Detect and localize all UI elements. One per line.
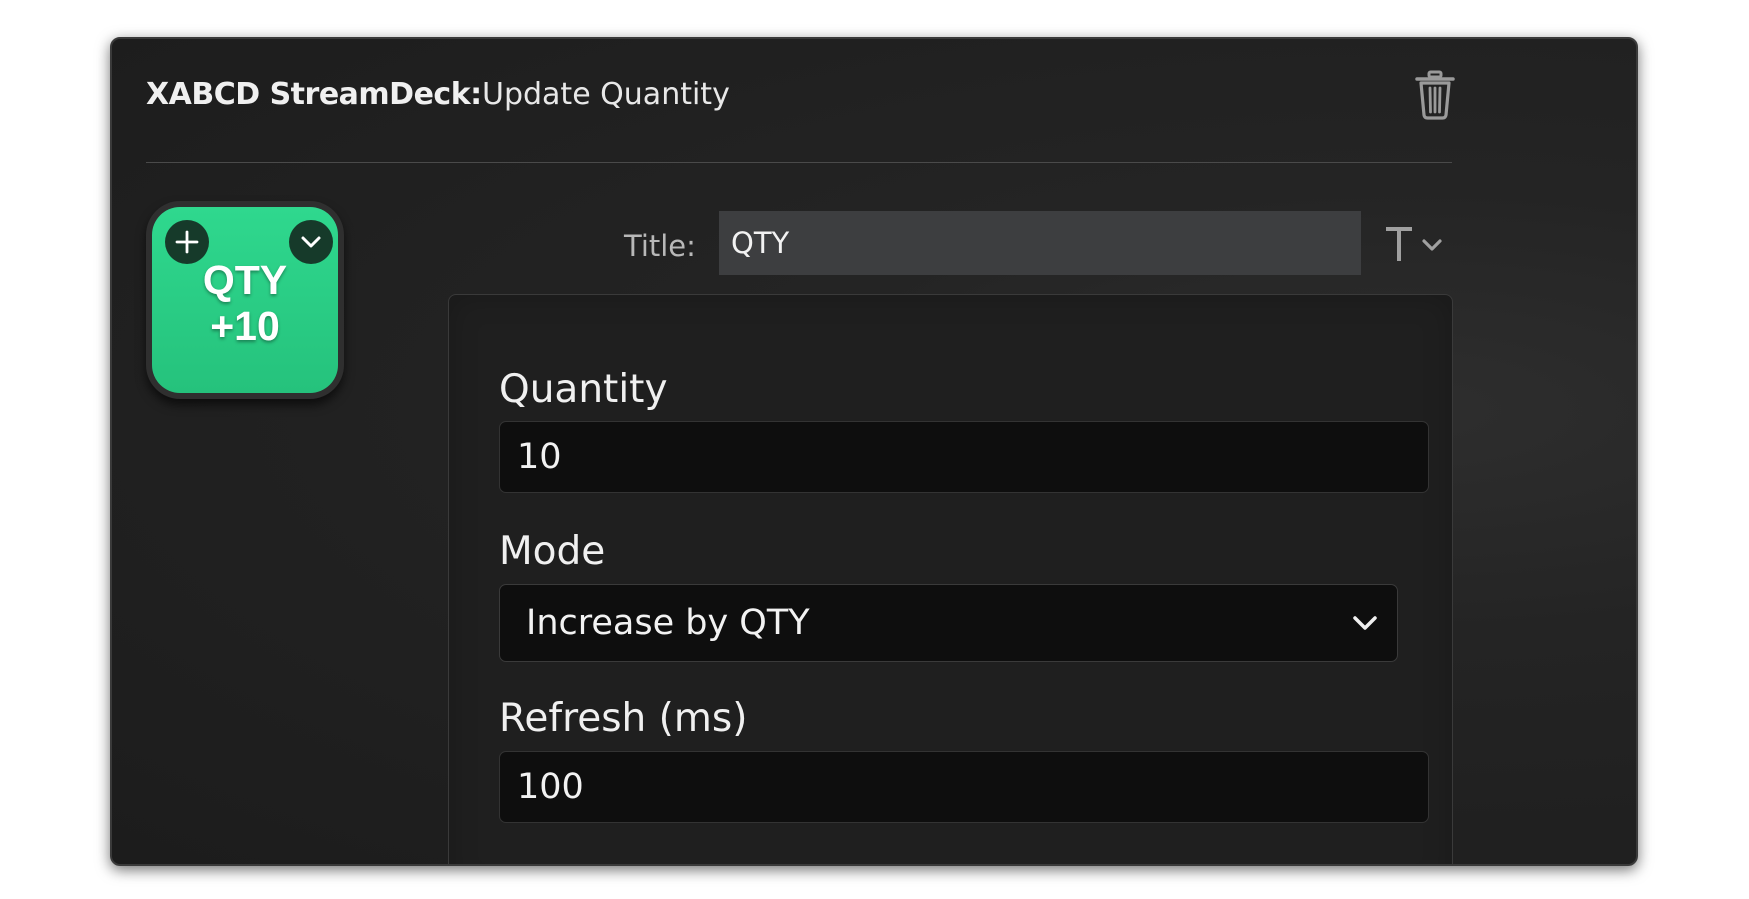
plus-icon[interactable] <box>165 220 209 264</box>
mode-selected-value: Increase by QTY <box>526 603 810 643</box>
header-divider <box>146 162 1452 163</box>
trash-icon[interactable] <box>1412 69 1458 121</box>
chevron-down-icon[interactable] <box>289 220 333 264</box>
text-format-icon[interactable] <box>1382 223 1452 267</box>
quantity-label: Quantity <box>499 367 668 412</box>
quantity-input[interactable] <box>499 421 1429 493</box>
chevron-down-icon <box>1353 616 1377 630</box>
settings-panel: Quantity Mode Increase by QTY Refresh (m… <box>448 294 1453 864</box>
refresh-input[interactable] <box>499 751 1429 823</box>
plugin-name: XABCD StreamDeck: <box>146 77 482 112</box>
key-title-line2: +10 <box>210 303 280 349</box>
key-face: QTY +10 <box>152 207 338 393</box>
refresh-label: Refresh (ms) <box>499 696 748 741</box>
action-name: Update Quantity <box>482 77 730 112</box>
mode-select[interactable]: Increase by QTY <box>499 584 1398 662</box>
title-label: Title: <box>624 229 696 263</box>
key-title: QTY +10 <box>152 257 338 349</box>
mode-label: Mode <box>499 529 606 574</box>
key-preview[interactable]: QTY +10 <box>146 201 344 399</box>
title-input[interactable] <box>719 211 1361 275</box>
property-inspector-window: XABCD StreamDeck: Update Quantity QTY +1… <box>110 37 1638 866</box>
